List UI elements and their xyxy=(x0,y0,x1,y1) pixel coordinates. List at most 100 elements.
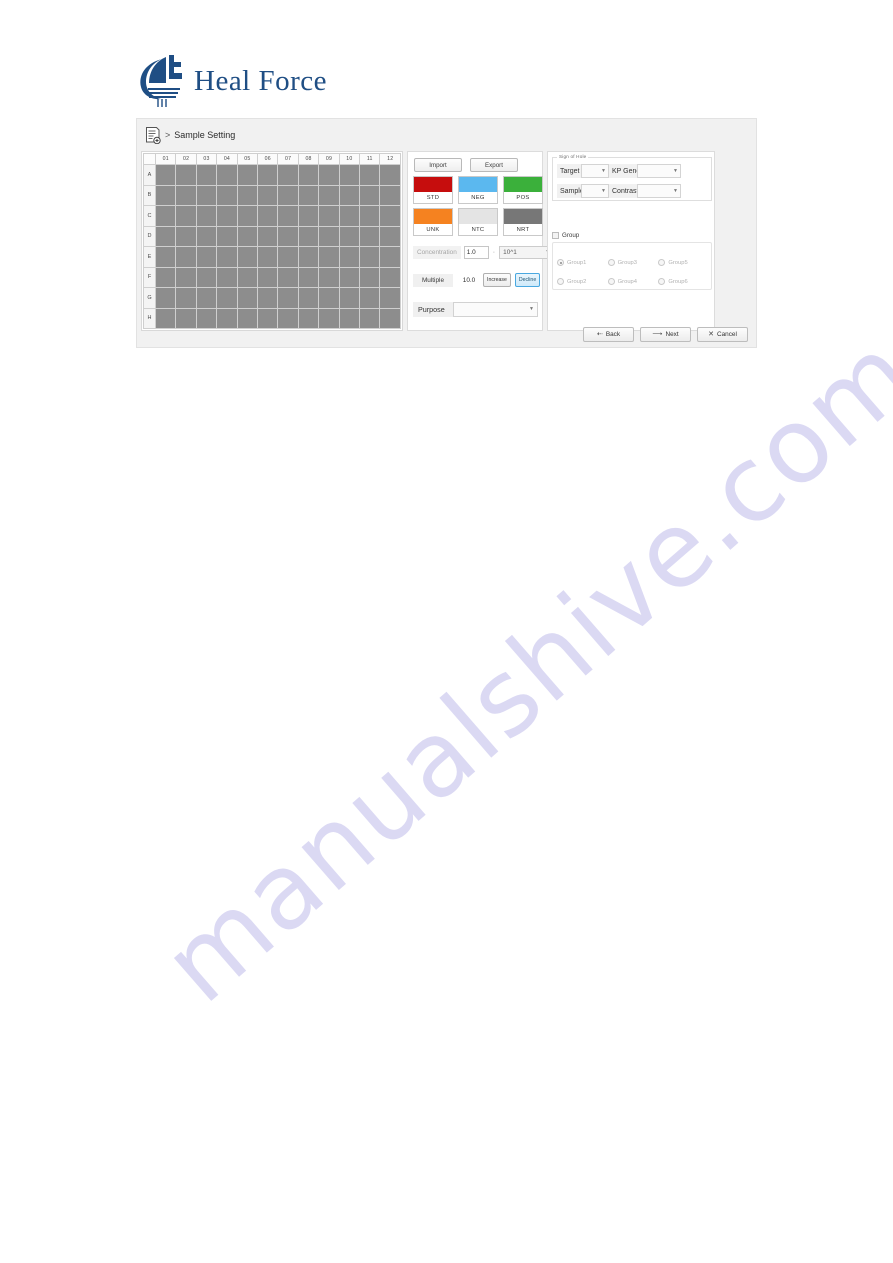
plate-well-F10[interactable] xyxy=(338,266,361,288)
next-button[interactable]: ⟶ Next xyxy=(640,327,691,342)
plate-well-C04[interactable] xyxy=(216,205,238,227)
plate-well-G12[interactable] xyxy=(379,287,401,309)
contrast-select[interactable]: ▼ xyxy=(637,184,681,198)
plate-well-G01[interactable] xyxy=(154,287,177,309)
plate-well-D11[interactable] xyxy=(359,225,381,247)
plate-well-C05[interactable] xyxy=(236,205,259,227)
sample-select[interactable]: ▼ xyxy=(581,184,609,198)
sample-type-nrt-button[interactable]: NRT xyxy=(503,208,543,236)
plate-well-C07[interactable] xyxy=(277,205,299,227)
plate-well-B02[interactable] xyxy=(175,184,197,206)
plate-well-D03[interactable] xyxy=(195,225,218,247)
group-radio-group1[interactable]: Group1 xyxy=(557,259,608,266)
plate-well-C11[interactable] xyxy=(359,205,381,227)
plate-well-H01[interactable] xyxy=(154,307,177,329)
group-radio-group6[interactable]: Group6 xyxy=(658,278,709,285)
plate-well-G08[interactable] xyxy=(297,287,320,309)
plate-well-G06[interactable] xyxy=(257,287,279,309)
group-radio-group4[interactable]: Group4 xyxy=(607,278,659,285)
plate-well-D06[interactable] xyxy=(257,225,279,247)
well-plate-panel[interactable]: 01 02 03 04 05 06 07 08 09 10 11 12 ABCDEFGH xyxy=(141,151,403,331)
plate-well-F01[interactable] xyxy=(154,266,177,288)
plate-well-A07[interactable] xyxy=(277,164,299,186)
plate-well-F12[interactable] xyxy=(379,266,401,288)
plate-well-H10[interactable] xyxy=(338,307,361,329)
well-plate-grid[interactable]: 01 02 03 04 05 06 07 08 09 10 11 12 ABCDEFGH xyxy=(143,153,401,329)
plate-well-G09[interactable] xyxy=(318,287,340,309)
plate-well-E12[interactable] xyxy=(379,246,401,268)
radio-indicator[interactable] xyxy=(557,259,564,266)
target-select[interactable]: ▼ xyxy=(581,164,609,178)
plate-well-H08[interactable] xyxy=(297,307,320,329)
plate-well-B07[interactable] xyxy=(277,184,299,206)
plate-well-G03[interactable] xyxy=(195,287,218,309)
group-radio-group2[interactable]: Group2 xyxy=(557,278,608,285)
plate-well-D02[interactable] xyxy=(175,225,197,247)
plate-well-D09[interactable] xyxy=(318,225,340,247)
plate-well-F06[interactable] xyxy=(257,266,279,288)
plate-well-F11[interactable] xyxy=(359,266,381,288)
plate-well-B09[interactable] xyxy=(318,184,340,206)
group-checkbox-row[interactable]: Group xyxy=(552,232,579,239)
plate-well-B08[interactable] xyxy=(297,184,320,206)
plate-well-F04[interactable] xyxy=(216,266,238,288)
plate-well-D07[interactable] xyxy=(277,225,299,247)
group-radio-group3[interactable]: Group3 xyxy=(607,259,659,266)
concentration-exponent-select[interactable]: 10^1 ▼ xyxy=(499,246,554,259)
decline-button[interactable]: Decline xyxy=(514,273,541,287)
plate-well-G11[interactable] xyxy=(359,287,381,309)
radio-indicator[interactable] xyxy=(607,259,615,266)
plate-well-B03[interactable] xyxy=(195,184,218,206)
plate-well-F02[interactable] xyxy=(175,266,197,288)
plate-well-F07[interactable] xyxy=(277,266,299,288)
plate-well-F08[interactable] xyxy=(297,266,320,288)
plate-well-E01[interactable] xyxy=(154,246,177,268)
plate-well-H12[interactable] xyxy=(379,307,401,329)
plate-well-E05[interactable] xyxy=(236,246,259,268)
plate-well-D01[interactable] xyxy=(154,225,177,247)
plate-well-B01[interactable] xyxy=(154,184,177,206)
plate-well-G07[interactable] xyxy=(277,287,299,309)
plate-well-H02[interactable] xyxy=(175,307,197,329)
kp-gene-select[interactable]: ▼ xyxy=(637,164,681,178)
plate-well-E06[interactable] xyxy=(257,246,279,268)
radio-indicator[interactable] xyxy=(557,278,564,285)
plate-well-A04[interactable] xyxy=(216,164,238,186)
plate-well-A02[interactable] xyxy=(175,164,197,186)
plate-well-D04[interactable] xyxy=(216,225,238,247)
plate-well-H09[interactable] xyxy=(318,307,340,329)
plate-well-E04[interactable] xyxy=(216,246,238,268)
radio-indicator[interactable] xyxy=(607,278,615,285)
plate-well-B06[interactable] xyxy=(257,184,279,206)
plate-well-C06[interactable] xyxy=(257,205,279,227)
plate-well-E02[interactable] xyxy=(175,246,197,268)
sample-type-pos-button[interactable]: POS xyxy=(503,176,543,204)
plate-well-E11[interactable] xyxy=(359,246,381,268)
plate-well-A05[interactable] xyxy=(236,164,259,186)
plate-well-D12[interactable] xyxy=(379,225,401,247)
export-button[interactable]: Export xyxy=(470,158,518,172)
plate-well-B12[interactable] xyxy=(379,184,401,206)
plate-well-E09[interactable] xyxy=(318,246,340,268)
plate-well-F03[interactable] xyxy=(195,266,218,288)
plate-well-C12[interactable] xyxy=(379,205,401,227)
plate-well-C02[interactable] xyxy=(175,205,197,227)
plate-well-A10[interactable] xyxy=(338,164,361,186)
plate-well-E03[interactable] xyxy=(195,246,218,268)
plate-well-E07[interactable] xyxy=(277,246,299,268)
multiple-value[interactable]: 10.0 xyxy=(457,274,479,287)
plate-well-G02[interactable] xyxy=(175,287,197,309)
plate-well-C03[interactable] xyxy=(195,205,218,227)
plate-body[interactable]: ABCDEFGH xyxy=(143,164,401,329)
plate-well-H05[interactable] xyxy=(236,307,259,329)
plate-well-C01[interactable] xyxy=(154,205,177,227)
plate-well-B04[interactable] xyxy=(216,184,238,206)
plate-well-H07[interactable] xyxy=(277,307,299,329)
plate-well-A08[interactable] xyxy=(297,164,320,186)
plate-well-B11[interactable] xyxy=(359,184,381,206)
sample-type-neg-button[interactable]: NEG xyxy=(458,176,498,204)
plate-well-F05[interactable] xyxy=(236,266,259,288)
plate-well-C09[interactable] xyxy=(318,205,340,227)
plate-well-A06[interactable] xyxy=(257,164,279,186)
sample-type-ntc-button[interactable]: NTC xyxy=(458,208,498,236)
